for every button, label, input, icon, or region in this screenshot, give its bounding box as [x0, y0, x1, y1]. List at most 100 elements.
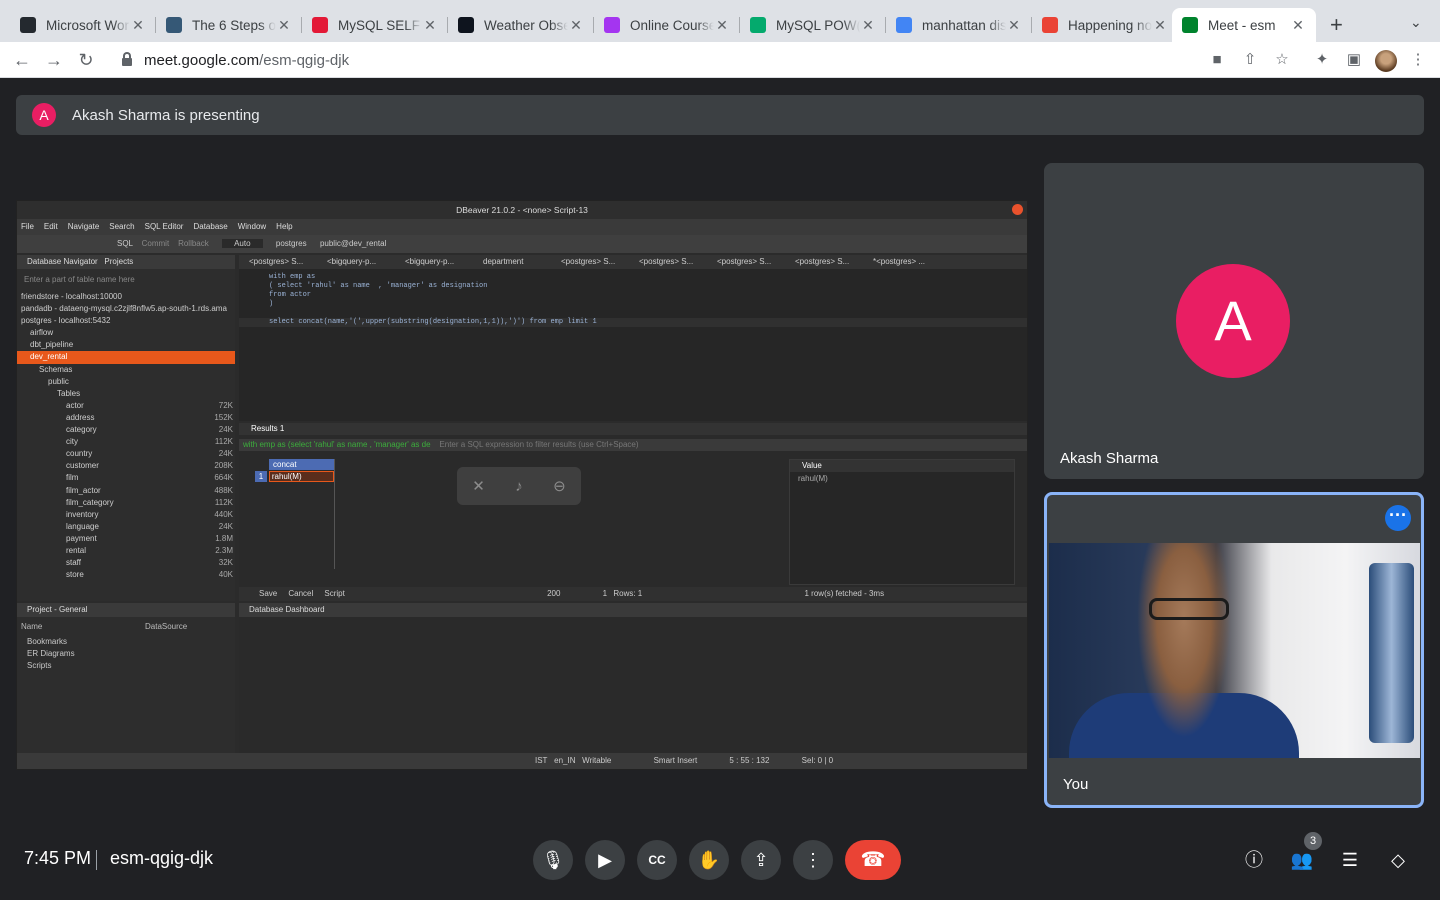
projects-tab: Projects — [104, 257, 134, 266]
navigator-tree-item: city 112K — [17, 436, 235, 448]
close-tab-icon[interactable]: ✕ — [130, 17, 146, 34]
tree-item-label: Tables — [57, 388, 81, 398]
bookmark-star-icon[interactable]: ☆ — [1273, 51, 1291, 69]
project-items: Bookmarks ER Diagrams Scripts — [17, 636, 235, 672]
close-tab-icon[interactable]: ✕ — [568, 17, 584, 34]
address-bar[interactable]: meet.google.com/esm-qgig-djk — [106, 45, 1236, 75]
more-options-icon[interactable]: ··· — [1385, 505, 1411, 531]
tree-item-label: dbt_pipeline — [30, 340, 74, 350]
project-panel: Project - General Name DataSource Bookma… — [17, 603, 235, 753]
pin-off-icon: ✕ — [472, 478, 485, 495]
value-panel: Value rahul(M) — [789, 459, 1015, 585]
leave-call-button[interactable]: ☎ — [845, 840, 901, 880]
browser-tab[interactable]: Microsoft Wor ✕ — [10, 8, 156, 42]
code-line: select concat(name,'(',upper(substring(d… — [239, 318, 1027, 327]
table-size: 72K — [218, 400, 233, 410]
tree-item-label: film_category — [66, 497, 114, 507]
value-panel-title: Value — [790, 460, 1014, 472]
navigator-tree-item: country 24K — [17, 448, 235, 460]
meeting-info-icon[interactable]: ⓘ — [1242, 848, 1266, 872]
close-tab-icon[interactable]: ✕ — [714, 17, 730, 34]
browser-tab[interactable]: The 6 Steps o ✕ — [156, 8, 302, 42]
navigator-tree-item: airflow — [17, 327, 235, 339]
tab-title: The 6 Steps o — [192, 17, 276, 33]
participant-tile-you[interactable]: ··· You — [1044, 492, 1424, 808]
url-path: /esm-qgig-djk — [259, 51, 350, 69]
people-icon[interactable]: 👥 — [1290, 848, 1314, 872]
reload-icon[interactable]: ↻ — [74, 48, 98, 72]
tab-search-chevron-icon[interactable]: ⌄ — [1410, 14, 1422, 31]
browser-toolbar: ← → ↻ meet.google.com/esm-qgig-djk ■ ⇧ ☆… — [0, 42, 1440, 78]
close-tab-icon[interactable]: ✕ — [1152, 17, 1168, 34]
browser-tab[interactable]: MySQL POW() ✕ — [740, 8, 886, 42]
table-size: 440K — [214, 509, 233, 519]
commit-button: Commit — [141, 239, 170, 248]
camera-indicator-icon[interactable]: ■ — [1208, 51, 1226, 69]
tab-title: Meet - esm — [1208, 17, 1276, 33]
participant-tile-akash[interactable]: A Akash Sharma — [1044, 163, 1424, 479]
close-tab-icon[interactable]: ✕ — [1290, 17, 1306, 34]
browser-menu-icon[interactable]: ⋮ — [1409, 51, 1427, 69]
participant-name-you: You — [1063, 776, 1089, 793]
tab-title: Microsoft Wor — [46, 17, 130, 33]
w3schools-icon — [750, 17, 766, 33]
profile-avatar[interactable] — [1375, 50, 1397, 72]
database-dashboard: Database Dashboard — [239, 603, 1027, 753]
browser-tab[interactable]: Happening no ✕ — [1032, 8, 1178, 42]
editor-tab: <bigquery-p... — [327, 257, 377, 266]
browser-tab[interactable]: manhattan dis ✕ — [886, 8, 1032, 42]
present-screen-icon: ⇪ — [753, 850, 769, 870]
navigator-tree-item: rental 2.3M — [17, 545, 235, 557]
dashboard-title: Database Dashboard — [239, 603, 1027, 617]
close-tab-icon[interactable]: ✕ — [860, 17, 876, 34]
cancel-button: Cancel — [288, 589, 314, 598]
results-status-bar: Save Cancel Script 200 1 Rows: 1 1 row(s… — [239, 587, 1027, 601]
close-tab-icon[interactable]: ✕ — [422, 17, 438, 34]
close-tab-icon[interactable]: ✕ — [1006, 17, 1022, 34]
window-close-icon — [1012, 204, 1023, 215]
camera-button[interactable]: ▶ — [585, 840, 625, 880]
tree-item-label: language — [66, 521, 99, 531]
dbeaver-status-bar: IST en_IN Writable Smart Insert 5 : 55 :… — [17, 753, 1027, 769]
editor-tab: <postgres> S... — [639, 257, 694, 266]
more-options-button[interactable]: ⋮ — [793, 840, 833, 880]
browser-tab[interactable]: Weather Obse ✕ — [448, 8, 594, 42]
extensions-puzzle-icon[interactable]: ✦ — [1313, 51, 1331, 69]
navigator-tree-item: actor 72K — [17, 400, 235, 412]
tree-item-label: film — [66, 473, 79, 483]
close-tab-icon[interactable]: ✕ — [276, 17, 292, 34]
microphone-button[interactable]: 🎙 — [533, 840, 573, 880]
browser-tab[interactable]: MySQL SELF J ✕ — [302, 8, 448, 42]
row-number: 1 — [255, 471, 267, 482]
new-tab-button[interactable]: + — [1330, 12, 1343, 38]
lock-icon — [122, 52, 132, 66]
people-count-badge: 3 — [1304, 832, 1322, 850]
project-col-datasource: DataSource — [145, 622, 188, 631]
tab-search-icon[interactable]: ▣ — [1345, 51, 1363, 69]
dbeaver-menu-item: Search — [109, 222, 135, 231]
presenting-text: Akash Sharma is presenting — [72, 106, 260, 124]
present-button[interactable]: ⇪ — [741, 840, 781, 880]
tree-item-label: address — [66, 412, 95, 422]
table-size: 40K — [218, 570, 233, 580]
navigator-tree-item: dbt_pipeline — [17, 339, 235, 351]
browser-tab[interactable]: Online Course ✕ — [594, 8, 740, 42]
editor-tab: <postgres> S... — [561, 257, 616, 266]
tree-item-label: rental — [66, 545, 87, 555]
activities-icon[interactable]: ◇ — [1386, 848, 1410, 872]
back-arrow-icon[interactable]: ← — [10, 48, 34, 72]
browser-tab-strip: Microsoft Wor ✕ The 6 Steps o ✕ MySQL SELF J… — [0, 0, 1440, 42]
share-icon[interactable]: ⇧ — [1241, 51, 1259, 69]
navigator-tree-item: Tables — [17, 388, 235, 400]
raise-hand-button[interactable]: ✋ — [689, 840, 729, 880]
table-size: 488K — [214, 485, 233, 495]
captions-button[interactable]: CC — [637, 840, 677, 880]
row-count: 1 — [602, 589, 608, 598]
forward-arrow-icon[interactable]: → — [42, 48, 66, 72]
browser-tab[interactable]: Meet - esm ✕ — [1172, 8, 1316, 42]
project-item: ER Diagrams — [27, 649, 75, 658]
dbeaver-title-bar: DBeaver 21.0.2 - <none> Script-13 — [17, 201, 1027, 219]
chat-icon[interactable]: ☰ — [1338, 848, 1362, 872]
table-filter-input: Enter a part of table name here — [24, 275, 135, 284]
tree-item-label: category — [66, 425, 97, 435]
